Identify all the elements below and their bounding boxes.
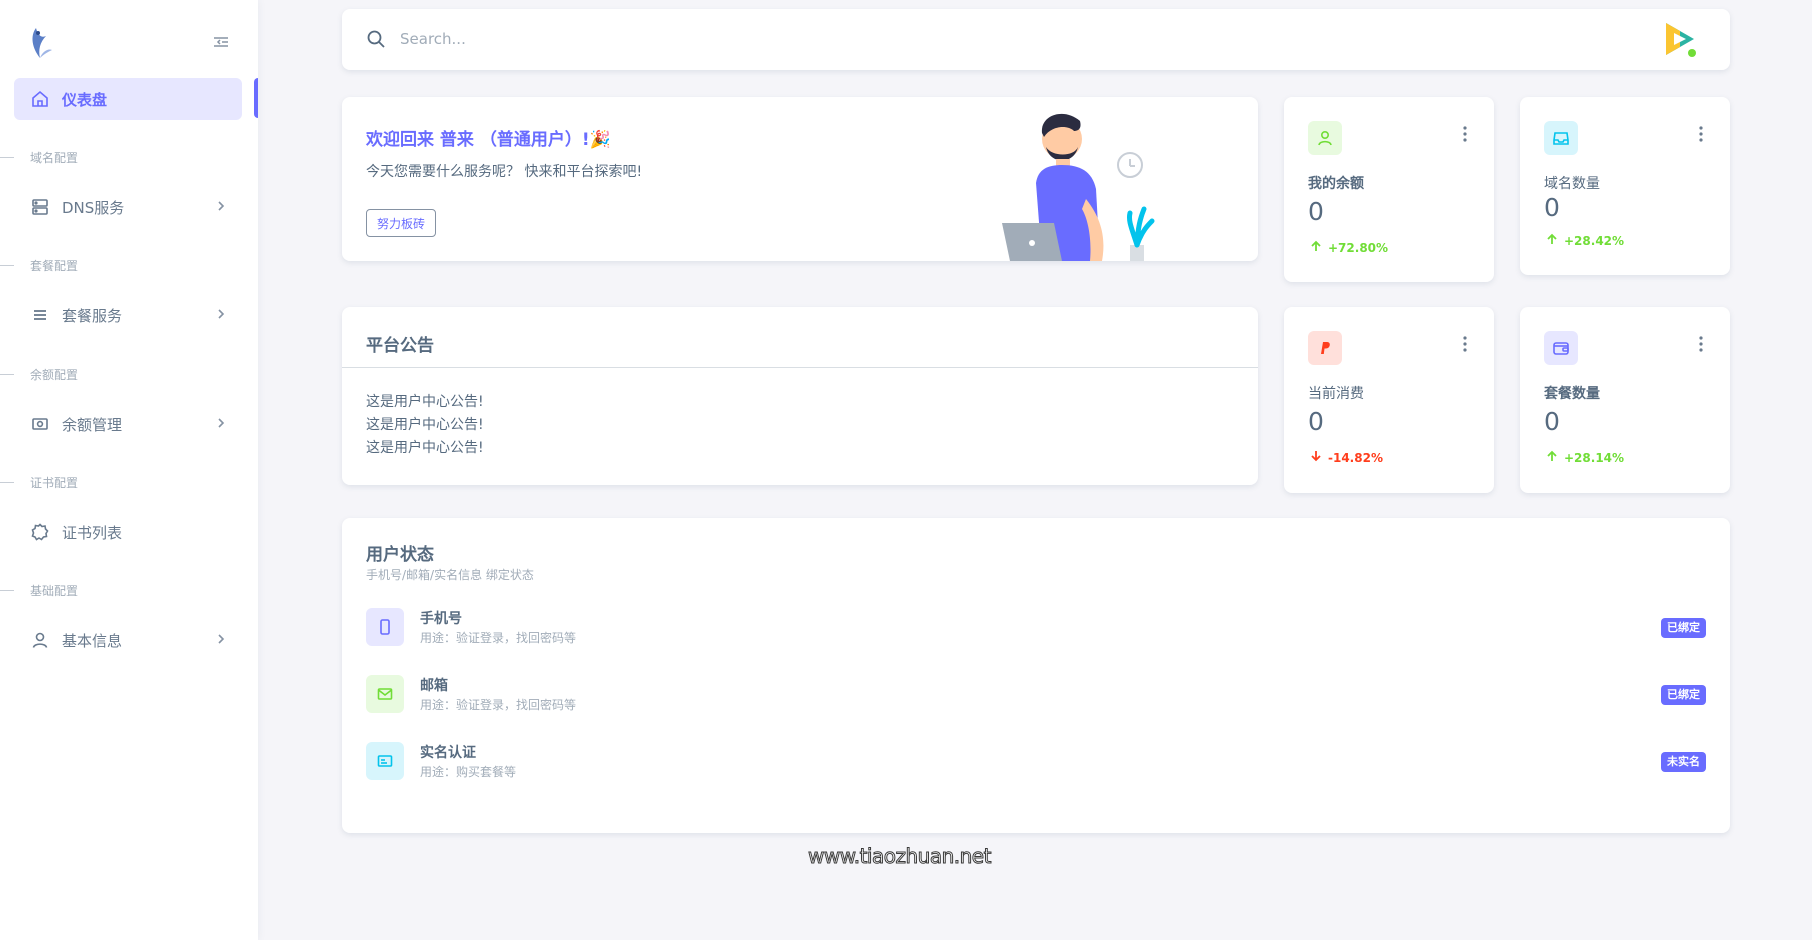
stat-change-value: +28.14% — [1564, 450, 1625, 465]
welcome-title: 欢迎回来 普来 （普通用户）!🎉 — [366, 130, 611, 150]
stat-change-value: +28.42% — [1564, 233, 1625, 248]
menu-collapse-icon[interactable] — [212, 34, 230, 50]
stat-change-value: +72.80% — [1328, 240, 1389, 255]
arrow-down-icon — [1310, 450, 1322, 465]
sidebar-item-label: 余额管理 — [62, 415, 123, 434]
stat-card-domains: 域名数量 0 +28.42% — [1520, 97, 1730, 275]
paypal-icon — [1308, 331, 1342, 365]
status-desc: 用途：验证登录，找回密码等 — [420, 698, 577, 712]
sidebar-item-label: 基本信息 — [62, 631, 123, 650]
stat-value: 0 — [1308, 407, 1324, 436]
divider — [342, 367, 1258, 368]
stat-label: 当前消费 — [1308, 386, 1364, 402]
status-name: 实名认证 — [420, 745, 476, 761]
active-indicator — [254, 78, 258, 118]
avatar[interactable] — [1660, 19, 1700, 59]
chevron-right-icon — [214, 416, 228, 430]
sidebar-item-dns[interactable]: DNS服务 — [14, 186, 242, 228]
welcome-card: 欢迎回来 普来 （普通用户）!🎉 今天您需要什么服务呢？ 快来和平台探索吧! 努… — [342, 97, 1258, 261]
status-name: 邮箱 — [420, 678, 448, 694]
more-vertical-icon[interactable] — [1462, 125, 1468, 143]
list-item: 实名认证 用途：购买套餐等 未实名 — [366, 742, 1706, 782]
sidebar-item-profile[interactable]: 基本信息 — [14, 619, 242, 661]
menu-header: 基础配置 — [0, 584, 79, 598]
man-with-laptop-illustration — [982, 109, 1172, 261]
watermark: www.tiaozhuan.net — [808, 844, 992, 869]
user-status-card: 用户状态 手机号/邮箱/实名信息 绑定状态 手机号 用途：验证登录，找回密码等 … — [342, 518, 1730, 833]
wallet-icon — [1544, 331, 1578, 365]
chevron-right-icon — [214, 199, 228, 213]
status-desc: 用途：购买套餐等 — [420, 765, 517, 779]
arrow-up-icon — [1546, 233, 1558, 248]
welcome-button[interactable]: 努力板砖 — [366, 209, 437, 237]
announcement-line: 这是用户中心公告! — [366, 394, 484, 410]
stat-card-spending: 当前消费 0 -14.82% — [1284, 307, 1494, 493]
sidebar-item-packages[interactable]: 套餐服务 — [14, 294, 242, 336]
stat-value: 0 — [1544, 407, 1560, 436]
stat-card-packages: 套餐数量 0 +28.14% — [1520, 307, 1730, 493]
search-icon — [366, 29, 386, 49]
menu-header: 域名配置 — [0, 151, 79, 165]
list-item: 邮箱 用途：验证登录，找回密码等 已绑定 — [366, 675, 1706, 715]
sidebar-item-certificates[interactable]: 证书列表 — [14, 511, 242, 553]
stat-label: 域名数量 — [1544, 176, 1600, 192]
user-status-title: 用户状态 — [366, 545, 434, 565]
stat-change: +28.42% — [1546, 233, 1624, 248]
arrow-up-icon — [1546, 450, 1558, 465]
stat-change: +72.80% — [1310, 240, 1388, 255]
sidebar-item-dashboard[interactable]: 仪表盘 — [14, 78, 242, 120]
server-icon — [30, 197, 50, 217]
arrow-up-icon — [1310, 240, 1322, 255]
inbox-icon — [1544, 121, 1578, 155]
chevron-right-icon — [214, 307, 228, 321]
stat-change-value: -14.82% — [1328, 450, 1383, 465]
stat-value: 0 — [1544, 193, 1560, 222]
announcement-line: 这是用户中心公告! — [366, 417, 484, 433]
sidebar-item-label: 证书列表 — [62, 523, 123, 542]
stat-label: 套餐数量 — [1544, 386, 1600, 402]
user-icon — [30, 630, 50, 650]
menu-header: 套餐配置 — [0, 259, 79, 273]
list-item: 手机号 用途：验证登录，找回密码等 已绑定 — [366, 608, 1706, 648]
stat-card-balance: 我的余额 0 +72.80% — [1284, 97, 1494, 282]
status-badge: 已绑定 — [1661, 685, 1706, 705]
cash-icon — [30, 414, 50, 434]
stat-change: +28.14% — [1546, 450, 1624, 465]
list-icon — [30, 305, 50, 325]
menu-header: 证书配置 — [0, 476, 79, 490]
status-badge: 未实名 — [1661, 752, 1706, 772]
status-desc: 用途：验证登录，找回密码等 — [420, 631, 577, 645]
search-input[interactable] — [400, 26, 1000, 52]
welcome-subtitle: 今天您需要什么服务呢？ 快来和平台探索吧! — [366, 164, 643, 180]
mail-icon — [366, 675, 404, 713]
menu-header: 余额配置 — [0, 368, 79, 382]
chevron-right-icon — [214, 632, 228, 646]
phone-icon — [366, 608, 404, 646]
brand-logo[interactable] — [28, 24, 58, 64]
sidebar-item-label: DNS服务 — [62, 198, 125, 217]
id-card-icon — [366, 742, 404, 780]
sidebar-item-label: 套餐服务 — [62, 306, 123, 325]
user-icon — [1308, 121, 1342, 155]
user-status-subtitle: 手机号/邮箱/实名信息 绑定状态 — [366, 568, 534, 582]
stat-value: 0 — [1308, 197, 1324, 226]
sidebar-item-balance[interactable]: 余额管理 — [14, 403, 242, 445]
status-badge: 已绑定 — [1661, 618, 1706, 638]
sidebar: 仪表盘 域名配置 DNS服务 套餐配置 套餐服务 余额配置 余额管理 证书配置 … — [0, 0, 258, 940]
more-vertical-icon[interactable] — [1698, 125, 1704, 143]
announcement-title: 平台公告 — [366, 336, 434, 356]
more-vertical-icon[interactable] — [1698, 335, 1704, 353]
stat-label: 我的余额 — [1308, 176, 1364, 192]
home-icon — [30, 89, 50, 109]
announcement-line: 这是用户中心公告! — [366, 440, 484, 456]
more-vertical-icon[interactable] — [1462, 335, 1468, 353]
stat-change: -14.82% — [1310, 450, 1383, 465]
announcement-card: 平台公告 这是用户中心公告! 这是用户中心公告! 这是用户中心公告! — [342, 307, 1258, 485]
certificate-icon — [30, 522, 50, 542]
sidebar-item-label: 仪表盘 — [62, 90, 108, 109]
top-navbar — [342, 9, 1730, 70]
status-name: 手机号 — [420, 611, 462, 627]
